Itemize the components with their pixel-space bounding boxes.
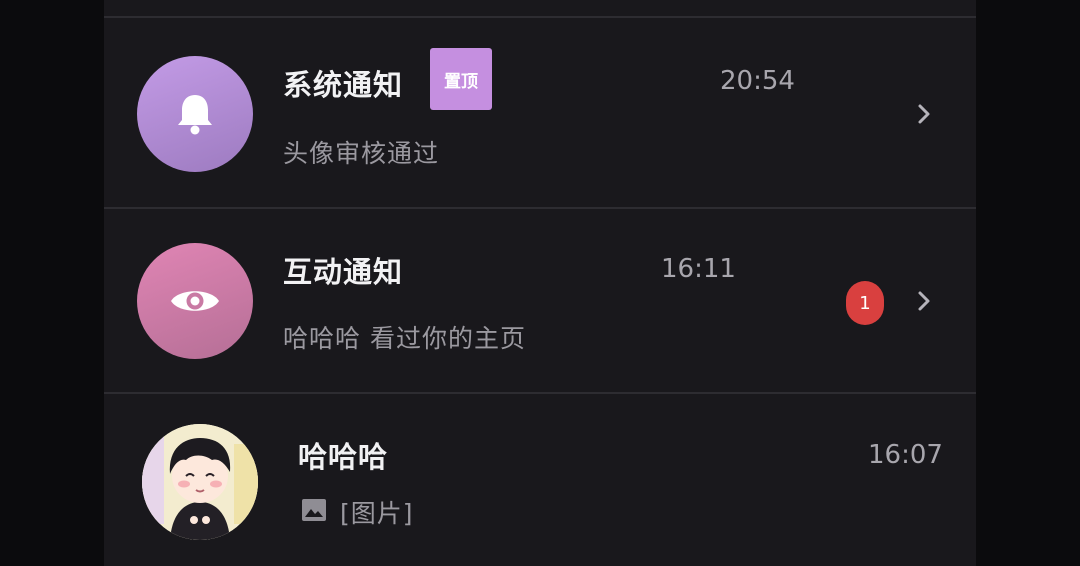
unread-count-badge: 1 [846,281,884,325]
chat-preview: [图片] [340,499,414,528]
chat-row[interactable]: 哈哈哈 16:07 [图片] [104,394,976,566]
cartoon-boy-avatar [142,424,258,540]
system-notification-row[interactable]: 系统通知 置顶 20:54 头像审核通过 [104,18,976,208]
system-notification-title: 系统通知 [283,68,404,102]
interaction-notification-title: 互动通知 [283,255,404,289]
chat-name: 哈哈哈 [298,440,389,474]
bell-icon [178,95,212,135]
pinned-badge: 置顶 [430,48,492,110]
image-icon [302,499,326,521]
system-notification-time: 20:54 [720,66,795,96]
chevron-right-icon [918,104,930,124]
message-list: 系统通知 置顶 20:54 头像审核通过 互动通知 16:11 哈哈哈 看过你的… [104,0,976,566]
chat-time: 16:07 [868,440,943,470]
interaction-notification-preview: 哈哈哈 看过你的主页 [283,324,526,353]
interaction-notification-time: 16:11 [661,254,736,284]
system-notification-preview: 头像审核通过 [283,139,440,168]
eye-icon [171,291,219,311]
cartoon-boy-illustration [142,424,258,540]
chevron-right-icon [918,291,930,311]
system-notification-avatar [137,56,253,172]
interaction-notification-row[interactable]: 互动通知 16:11 哈哈哈 看过你的主页 1 [104,209,976,392]
interaction-notification-avatar [137,243,253,359]
